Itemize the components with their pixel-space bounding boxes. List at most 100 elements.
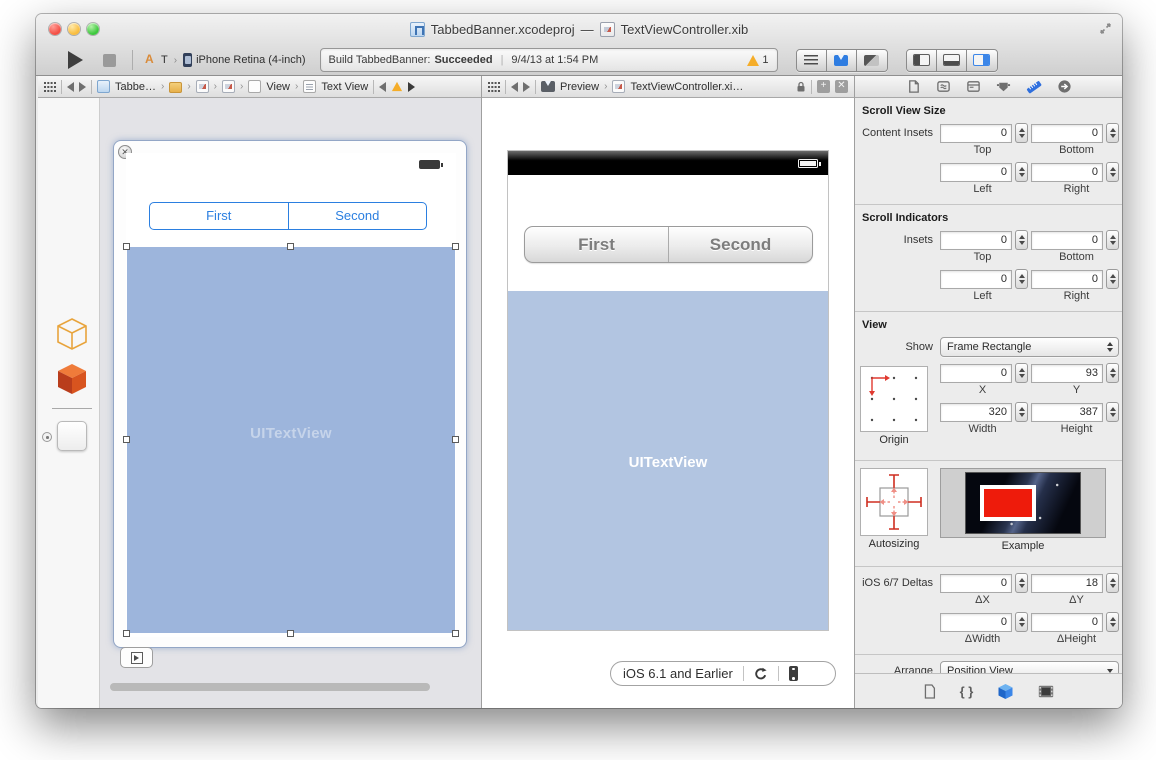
indicator-insets-left-field[interactable]: 0	[940, 270, 1012, 289]
warning-counter[interactable]: 1	[747, 54, 768, 66]
indicator-insets-top-stepper[interactable]	[1015, 230, 1028, 250]
assistant-forward-button[interactable]	[523, 82, 530, 92]
run-button[interactable]	[68, 51, 83, 69]
content-insets-right-field[interactable]: 0	[1031, 163, 1103, 182]
resize-handle-middle-left[interactable]	[123, 436, 130, 443]
resize-handle-bottom-middle[interactable]	[287, 630, 294, 637]
size-inspector-tab-selected[interactable]	[1026, 79, 1042, 95]
title-bar[interactable]: TabbedBanner.xcodeproj — TextViewControl…	[36, 14, 1122, 44]
content-insets-bottom-field[interactable]: 0	[1031, 124, 1103, 143]
arrange-pulldown-button[interactable]: Position View	[940, 661, 1119, 673]
rotate-orientation-icon[interactable]	[754, 667, 768, 681]
preview-version-control[interactable]: iOS 6.1 and Earlier	[610, 661, 836, 686]
content-insets-right-stepper[interactable]	[1106, 162, 1119, 182]
zoom-window-button[interactable]	[87, 23, 99, 35]
close-assistant-editor-button[interactable]: ✕	[835, 80, 848, 93]
breadcrumb-view[interactable]: View	[266, 81, 290, 93]
files-owner-icon[interactable]	[55, 317, 89, 351]
resize-handle-bottom-left[interactable]	[123, 630, 130, 637]
add-assistant-editor-button[interactable]: +	[817, 80, 830, 93]
y-field[interactable]: 93	[1031, 364, 1103, 383]
indicator-insets-bottom-stepper[interactable]	[1106, 230, 1119, 250]
resize-handle-top-right[interactable]	[452, 243, 459, 250]
delta-x-stepper[interactable]	[1015, 573, 1028, 593]
delta-height-stepper[interactable]	[1106, 612, 1119, 632]
first-responder-icon[interactable]	[55, 362, 89, 396]
activity-viewer[interactable]: Build TabbedBanner: Succeeded | 9/4/13 a…	[320, 48, 778, 72]
indicator-insets-right-field[interactable]: 0	[1031, 270, 1103, 289]
xib-crumb-icon[interactable]	[196, 80, 209, 93]
width-field[interactable]: 320	[940, 403, 1012, 422]
content-insets-left-stepper[interactable]	[1015, 162, 1028, 182]
dock-disclosure-icon[interactable]	[42, 432, 52, 442]
x-stepper[interactable]	[1015, 363, 1028, 383]
back-button[interactable]	[67, 82, 74, 92]
interface-builder-canvas[interactable]: ✕ First Second UITextView	[100, 98, 481, 708]
delta-x-field[interactable]: 0	[940, 574, 1012, 593]
resize-handle-top-left[interactable]	[123, 243, 130, 250]
identity-inspector-tab[interactable]	[966, 79, 981, 94]
show-popup-button[interactable]: Frame Rectangle	[940, 337, 1119, 357]
view-object-icon[interactable]	[57, 421, 87, 451]
utilities-toggle-button[interactable]	[967, 50, 997, 71]
breadcrumb-preview-document[interactable]: TextViewController.xi…	[630, 81, 743, 93]
breadcrumb-preview[interactable]: Preview	[560, 81, 599, 93]
assistant-back-button[interactable]	[511, 82, 518, 92]
form-factor-icon[interactable]	[789, 666, 798, 681]
content-insets-top-field[interactable]: 0	[940, 124, 1012, 143]
y-stepper[interactable]	[1106, 363, 1119, 383]
xib-crumb-icon-2[interactable]	[222, 80, 235, 93]
uitextview-selected[interactable]: UITextView	[127, 247, 455, 633]
previous-issue-button[interactable]	[379, 82, 386, 92]
xib-view-window[interactable]: ✕ First Second UITextView	[113, 140, 467, 648]
related-items-button[interactable]	[44, 82, 56, 92]
minimize-window-button[interactable]	[68, 23, 80, 35]
delta-height-field[interactable]: 0	[1031, 613, 1103, 632]
indicator-insets-bottom-field[interactable]: 0	[1031, 231, 1103, 250]
autosizing-control[interactable]	[860, 468, 928, 536]
group-folder-icon[interactable]	[169, 82, 182, 93]
segmented-control[interactable]: First Second	[149, 202, 427, 230]
breadcrumb-project[interactable]: Tabbe…	[115, 81, 156, 93]
resize-handle-bottom-right[interactable]	[452, 630, 459, 637]
content-insets-left-field[interactable]: 0	[940, 163, 1012, 182]
content-insets-top-stepper[interactable]	[1015, 123, 1028, 143]
height-stepper[interactable]	[1106, 402, 1119, 422]
preview-version-label[interactable]: iOS 6.1 and Earlier	[623, 666, 733, 681]
indicator-insets-right-stepper[interactable]	[1106, 269, 1119, 289]
code-snippet-library-tab[interactable]: { }	[960, 684, 974, 699]
breadcrumb-text-view[interactable]: Text View	[321, 81, 368, 93]
resize-handle-top-middle[interactable]	[287, 243, 294, 250]
file-template-library-tab[interactable]	[923, 684, 936, 699]
version-editor-button[interactable]	[857, 50, 887, 71]
attributes-inspector-tab[interactable]	[996, 79, 1011, 94]
debug-area-toggle-button[interactable]	[937, 50, 967, 71]
segment-first[interactable]: First	[150, 203, 289, 229]
root-view[interactable]: First Second UITextView	[126, 153, 456, 637]
issue-warning-icon[interactable]	[392, 82, 402, 91]
scheme-selector[interactable]: T › iPhone Retina (4-inch)	[145, 53, 306, 67]
file-inspector-tab[interactable]	[906, 79, 921, 94]
origin-selector[interactable]	[860, 366, 928, 432]
height-field[interactable]: 387	[1031, 403, 1103, 422]
resize-handle-middle-right[interactable]	[452, 436, 459, 443]
indicator-insets-top-field[interactable]: 0	[940, 231, 1012, 250]
delta-width-field[interactable]: 0	[940, 613, 1012, 632]
x-field[interactable]: 0	[940, 364, 1012, 383]
delta-y-stepper[interactable]	[1106, 573, 1119, 593]
delta-width-stepper[interactable]	[1015, 612, 1028, 632]
standard-editor-button[interactable]	[797, 50, 827, 71]
fullscreen-icon[interactable]	[1099, 22, 1112, 35]
indicator-insets-left-stepper[interactable]	[1015, 269, 1028, 289]
navigator-toggle-button[interactable]	[907, 50, 937, 71]
close-window-button[interactable]	[49, 23, 61, 35]
forward-button[interactable]	[79, 82, 86, 92]
assistant-editor-button[interactable]	[827, 50, 857, 71]
quick-help-inspector-tab[interactable]	[936, 79, 951, 94]
segment-second[interactable]: Second	[289, 203, 427, 229]
connections-inspector-tab[interactable]	[1057, 79, 1072, 94]
document-outline-toggle-button[interactable]	[120, 647, 153, 668]
content-insets-bottom-stepper[interactable]	[1106, 123, 1119, 143]
object-library-tab-selected[interactable]	[997, 683, 1014, 700]
width-stepper[interactable]	[1015, 402, 1028, 422]
